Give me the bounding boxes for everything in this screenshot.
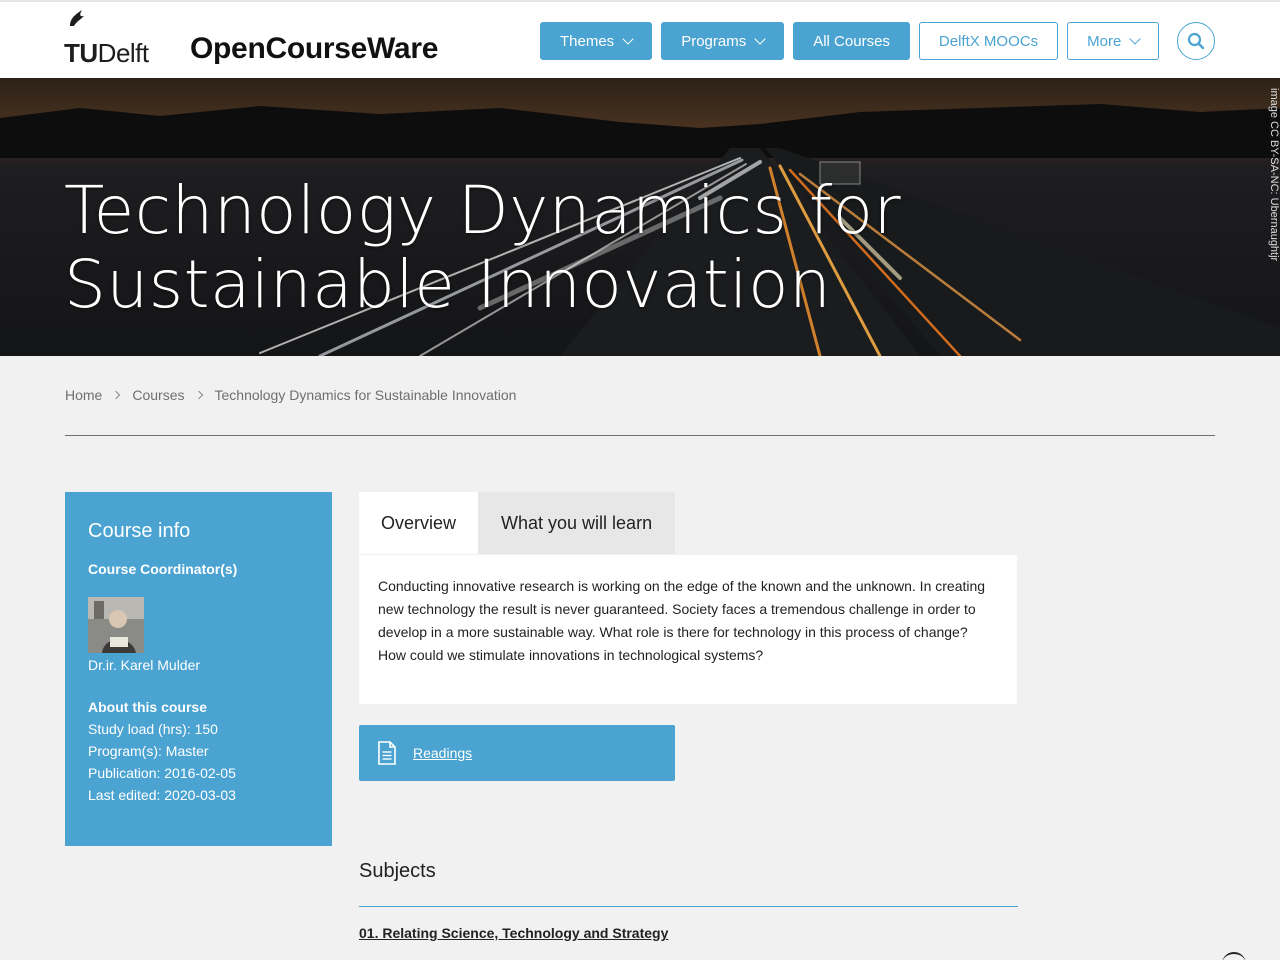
overview-panel: Conducting innovative research is workin… (359, 555, 1017, 704)
tab-overview[interactable]: Overview (359, 492, 479, 554)
course-info-panel: Course info Course Coordinator(s) Dr.ir.… (65, 492, 332, 846)
logo-delft: Delft (97, 38, 149, 68)
site-title[interactable]: OpenCourseWare (190, 32, 438, 66)
programs: Program(s): Master (88, 743, 209, 759)
coordinator-label: Course Coordinator(s) (88, 561, 238, 577)
main-nav: Themes Programs All Courses DelftX MOOCs… (540, 22, 1160, 60)
avatar-photo (88, 597, 144, 653)
hero-banner: Technology Dynamics for Sustainable Inno… (0, 78, 1280, 356)
nav-delftx-label: DelftX MOOCs (938, 32, 1039, 50)
search-button[interactable] (1177, 22, 1215, 60)
course-title: Technology Dynamics for Sustainable Inno… (64, 172, 902, 323)
nav-more-button[interactable]: More (1067, 22, 1160, 60)
tab-what-you-will-learn[interactable]: What you will learn (478, 492, 676, 554)
logo-wordmark: TUDelft (64, 40, 149, 66)
tudelft-logo[interactable]: TUDelft (64, 10, 149, 66)
nav-more-label: More (1087, 32, 1122, 50)
coordinator-avatar (88, 597, 144, 653)
scroll-to-top-icon[interactable] (1222, 952, 1246, 960)
readings-button[interactable]: Readings (359, 725, 675, 781)
coordinator-name: Dr.ir. Karel Mulder (88, 657, 201, 673)
nav-all-courses-button[interactable]: All Courses (793, 22, 910, 60)
document-icon (378, 741, 396, 765)
course-info-heading: Course info (88, 520, 191, 542)
publication-date: Publication: 2016-02-05 (88, 765, 236, 781)
chevron-right-icon (194, 390, 203, 400)
nav-all-courses-label: All Courses (813, 32, 890, 50)
nav-programs-label: Programs (681, 32, 747, 50)
subjects-heading: Subjects (359, 860, 436, 882)
breadcrumb: Home Courses Technology Dynamics for Sus… (65, 387, 516, 403)
breadcrumb-current: Technology Dynamics for Sustainable Inno… (214, 387, 517, 403)
breadcrumb-home[interactable]: Home (65, 387, 102, 403)
about-course-label: About this course (88, 699, 208, 715)
course-tabs: Overview What you will learn (359, 492, 676, 554)
last-edited-date: Last edited: 2020-03-03 (88, 787, 236, 803)
breadcrumb-divider (65, 435, 1215, 436)
nav-themes-label: Themes (560, 32, 615, 50)
breadcrumb-courses[interactable]: Courses (132, 387, 184, 403)
nav-delftx-moocs-button[interactable]: DelftX MOOCs (918, 22, 1059, 60)
image-credit[interactable]: image CC BY-SA-NC: Ubernaughtjr (1268, 88, 1280, 261)
readings-label: Readings (413, 745, 473, 761)
search-icon (1187, 32, 1205, 50)
chevron-down-icon (1129, 33, 1141, 45)
nav-programs-button[interactable]: Programs (661, 22, 785, 60)
flame-icon (70, 10, 84, 26)
site-header: TUDelft OpenCourseWare Themes Programs A… (0, 0, 1280, 78)
nav-themes-button[interactable]: Themes (540, 22, 653, 60)
study-load: Study load (hrs): 150 (88, 721, 218, 737)
chevron-down-icon (754, 33, 766, 45)
subject-link[interactable]: 01. Relating Science, Technology and Str… (359, 925, 668, 941)
chevron-down-icon (622, 33, 634, 45)
chevron-right-icon (112, 390, 121, 400)
subjects-divider (359, 906, 1018, 907)
logo-tu: TU (64, 38, 98, 68)
